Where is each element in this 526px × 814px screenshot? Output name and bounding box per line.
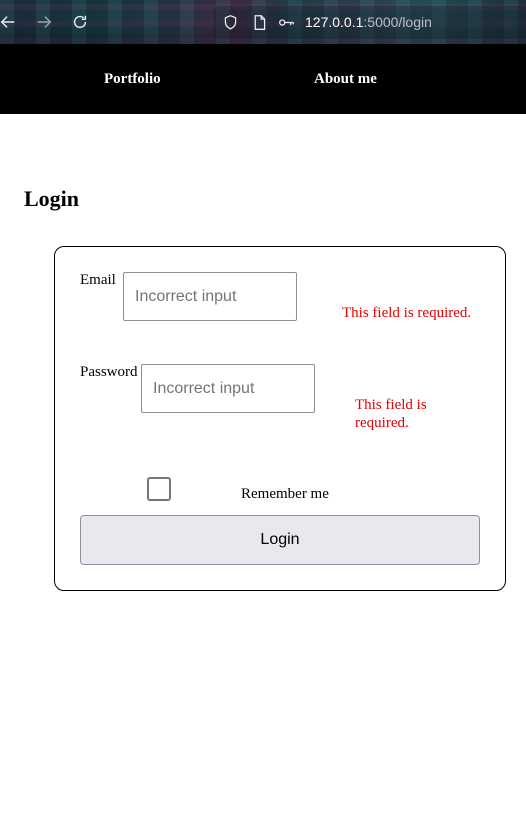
remember-me-checkbox[interactable] — [147, 477, 171, 501]
password-error-message: This field is required. — [355, 397, 427, 431]
login-submit-button[interactable]: Login — [80, 515, 480, 565]
shield-icon[interactable] — [222, 14, 239, 31]
password-label: Password — [80, 364, 138, 380]
page-title: Login — [24, 186, 80, 211]
url-text[interactable]: 127.0.0.1:5000/login — [305, 14, 432, 30]
back-arrow-icon[interactable] — [0, 12, 18, 32]
url-host: 127.0.0.1 — [305, 14, 364, 30]
key-icon[interactable] — [278, 14, 295, 31]
forward-arrow-icon[interactable] — [34, 12, 54, 32]
reload-icon[interactable] — [70, 12, 90, 32]
remember-me-label[interactable]: Remember me — [241, 486, 329, 503]
site-navbar: Portfolio About me — [0, 44, 526, 114]
nav-link-about[interactable]: About me — [314, 71, 377, 88]
email-label: Email — [80, 272, 116, 288]
nav-link-portfolio[interactable]: Portfolio — [104, 71, 161, 88]
url-path: :5000/login — [363, 14, 432, 30]
email-field[interactable] — [123, 272, 297, 321]
page-icon — [251, 14, 268, 31]
email-error-message: This field is required. — [342, 305, 472, 321]
password-field[interactable] — [141, 364, 315, 413]
